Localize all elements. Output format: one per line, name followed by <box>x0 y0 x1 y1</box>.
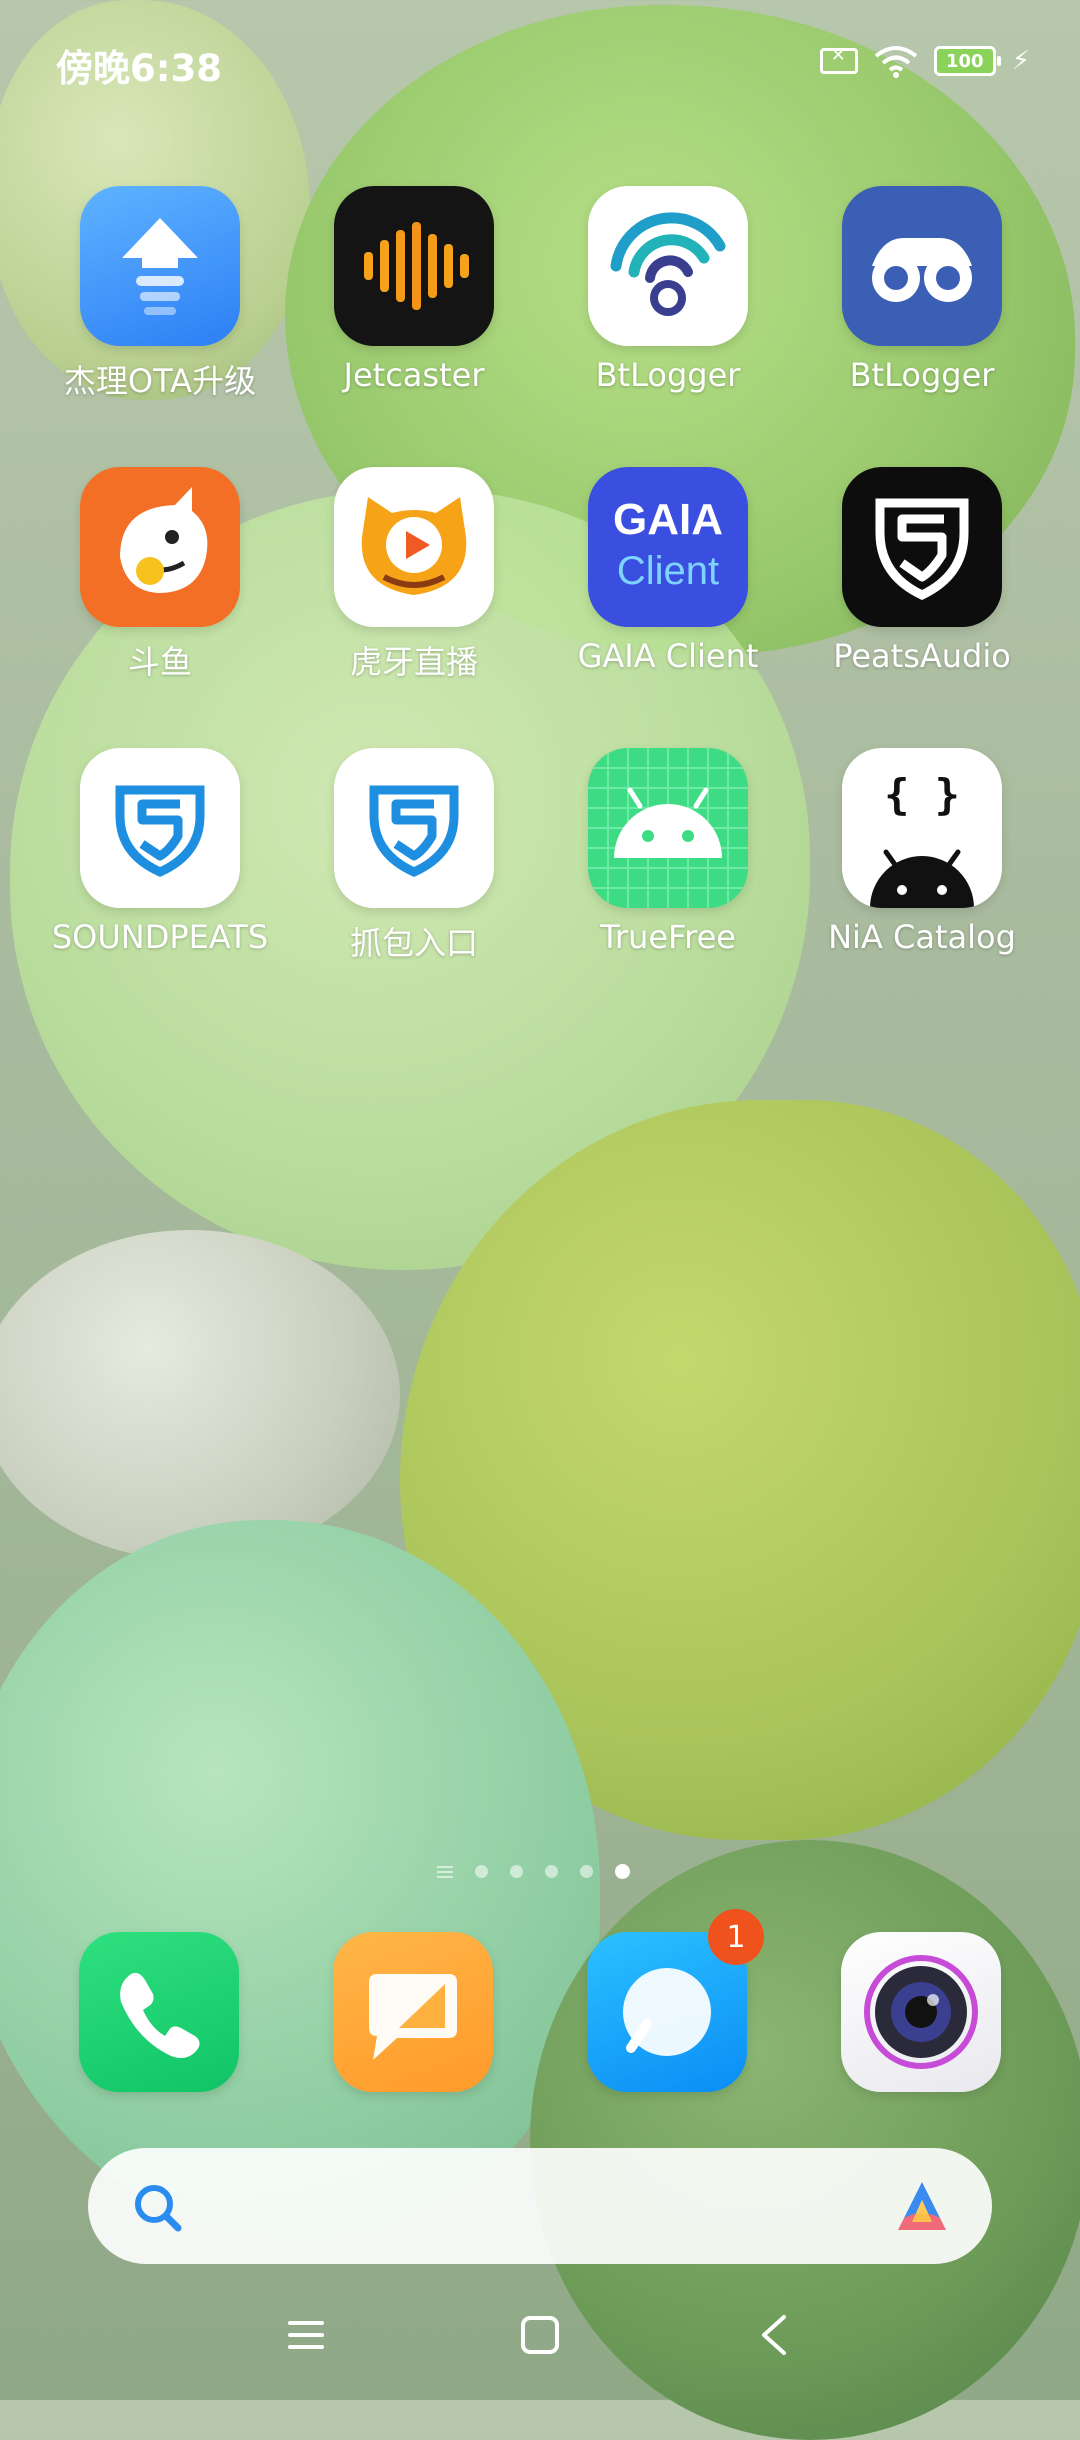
shield-s-icon <box>334 748 494 908</box>
camera-icon <box>864 1955 978 2069</box>
app-truefree[interactable]: TrueFree <box>541 748 795 956</box>
app-capture-entry[interactable]: 抓包入口 <box>287 748 541 964</box>
page-indicator[interactable] <box>437 1864 630 1879</box>
app-nia-catalog[interactable]: { } NiA Catalog <box>795 748 1049 956</box>
signal-keyhole-icon <box>588 186 748 346</box>
page-dot <box>545 1865 558 1878</box>
client-icon-text: Client <box>616 549 720 593</box>
app-label: TrueFree <box>600 918 736 956</box>
android-braces-icon: { } <box>842 748 1002 908</box>
app-label: GAIA Client <box>577 637 759 675</box>
app-soundpeats[interactable]: SOUNDPEATS <box>33 748 287 956</box>
page-dot <box>475 1865 488 1878</box>
status-icons: 100 ⚡ <box>819 44 1030 78</box>
battery-level: 100 <box>945 50 984 72</box>
app-label: BtLogger <box>595 356 741 394</box>
wifi-icon <box>874 44 918 78</box>
app-label: 虎牙直播 <box>349 643 478 681</box>
tiger-play-icon <box>334 467 494 627</box>
page-dot <box>510 1865 523 1878</box>
battery-icon: 100 <box>933 46 1001 76</box>
app-btlogger-1[interactable]: BtLogger <box>541 186 795 394</box>
app-label: SOUNDPEATS <box>51 918 269 956</box>
charging-bolt-icon: ⚡ <box>1011 46 1030 76</box>
assistant-icon[interactable] <box>892 2178 952 2234</box>
home-button[interactable] <box>510 2300 570 2370</box>
wallpaper-pebble <box>0 1230 400 1560</box>
audio-bars-icon <box>334 186 494 346</box>
shield-s-icon <box>842 467 1002 627</box>
no-sim-icon <box>819 45 858 74</box>
app-label: Jetcaster <box>343 356 485 394</box>
page-dot-active <box>615 1864 630 1879</box>
app-douyu[interactable]: 斗鱼 <box>33 467 287 683</box>
app-jetcaster[interactable]: Jetcaster <box>287 186 541 394</box>
phone-icon <box>120 1972 200 2058</box>
gaia-text-icon: GAIA Client <box>588 467 748 627</box>
upload-arrow-icon <box>80 186 240 346</box>
app-label: 杰理OTA升级 <box>63 362 257 400</box>
app-label: BtLogger <box>849 356 995 394</box>
home-square-icon <box>521 2316 559 2354</box>
page-dot <box>580 1865 593 1878</box>
page-list-icon <box>437 1865 453 1878</box>
dock-messages[interactable] <box>333 1932 493 2092</box>
gaia-icon-text: GAIA <box>613 495 723 544</box>
app-huya[interactable]: 虎牙直播 <box>287 467 541 683</box>
recents-button[interactable] <box>276 2300 336 2370</box>
app-peatsaudio[interactable]: PeatsAudio <box>795 467 1049 675</box>
search-icon <box>135 2185 182 2232</box>
back-chevron-icon <box>762 2315 786 2355</box>
wallpaper-pebble <box>530 1840 1080 2440</box>
app-gaia-client[interactable]: GAIA Client GAIA Client <box>541 467 795 675</box>
app-label: PeatsAudio <box>833 637 1011 675</box>
app-btlogger-2[interactable]: BtLogger <box>795 186 1049 394</box>
notification-badge: 1 <box>708 1909 764 1965</box>
app-jieli-ota[interactable]: 杰理OTA升级 <box>33 186 287 402</box>
android-icon <box>588 748 748 908</box>
search-bar[interactable] <box>88 2148 992 2264</box>
status-bar: 傍晚6:38 100 ⚡ <box>0 0 1080 120</box>
status-time: 傍晚6:38 <box>56 47 223 90</box>
message-icon <box>369 1974 457 2060</box>
app-label: 斗鱼 <box>127 643 192 681</box>
app-label: 抓包入口 <box>349 924 478 962</box>
back-button[interactable] <box>744 2300 804 2370</box>
dock-camera[interactable] <box>841 1932 1001 2092</box>
shield-s-icon <box>80 748 240 908</box>
shark-mascot-icon <box>80 467 240 627</box>
app-label: NiA Catalog <box>828 918 1016 956</box>
menu-icon <box>288 2321 324 2349</box>
binoculars-icon <box>842 186 1002 346</box>
dock-phone[interactable] <box>79 1932 239 2092</box>
